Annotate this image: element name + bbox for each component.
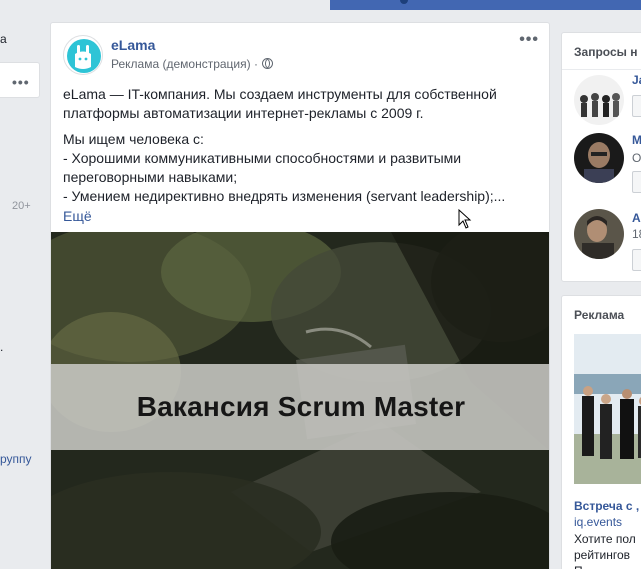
ads-card: Реклама Встреча с , iq.events Хотите пол… xyxy=(561,295,641,569)
left-sidebar: а ••• 20+ . руппу xyxy=(0,10,40,569)
avatar[interactable] xyxy=(574,133,624,183)
ad-description: Хотите пол рейтингов П xyxy=(574,531,641,569)
group-photo-icon xyxy=(574,75,624,125)
request-name[interactable]: M xyxy=(632,133,641,147)
graduation-photo-icon xyxy=(574,334,641,484)
sponsored-post: eLama Реклама (демонстрация) · ••• eLama… xyxy=(50,22,550,569)
ad-thumbnail[interactable] xyxy=(574,334,641,484)
post-line: Мы ищем человека с: xyxy=(63,131,204,147)
avatar[interactable] xyxy=(574,75,624,125)
top-navigation-bar xyxy=(330,0,641,10)
create-group-link[interactable]: руппу xyxy=(0,452,32,466)
sponsored-label: Реклама (демонстрация) · xyxy=(111,57,273,71)
left-text-fragment-2: . xyxy=(0,340,4,354)
post-header: eLama Реклама (демонстрация) · ••• xyxy=(51,23,549,83)
request-subtitle: O xyxy=(632,151,641,165)
post-paragraph-1: eLama — IT-компания. Мы создаем инструме… xyxy=(63,86,497,121)
request-name[interactable]: A xyxy=(632,211,641,225)
ad-image[interactable]: Вакансия Scrum Master xyxy=(51,232,549,569)
request-subtitle: 18 xyxy=(632,227,641,241)
friend-requests-card: Запросы н Ja M O A 18 xyxy=(561,32,641,282)
person-photo-icon xyxy=(574,209,624,259)
ad-desc-line: П xyxy=(574,564,583,569)
divider xyxy=(562,69,641,70)
ads-title: Реклама xyxy=(574,308,625,322)
ad-domain[interactable]: iq.events xyxy=(574,515,622,529)
friend-requests-title[interactable]: Запросы н xyxy=(574,45,637,59)
more-options-icon[interactable]: ••• xyxy=(12,74,30,90)
post-options-icon[interactable]: ••• xyxy=(519,31,539,49)
post-line: - Умением недирективно внедрять изменени… xyxy=(63,188,506,204)
confirm-button[interactable] xyxy=(632,171,641,193)
ad-title-link[interactable]: Встреча с , xyxy=(574,499,639,513)
request-name[interactable]: Ja xyxy=(632,73,641,87)
ad-desc-line: Хотите пол xyxy=(574,532,636,546)
left-text-fragment: а xyxy=(0,32,7,46)
mouse-cursor-icon xyxy=(458,209,472,229)
person-photo-icon xyxy=(574,133,624,183)
ad-banner-text: Вакансия Scrum Master xyxy=(136,391,466,422)
avatar[interactable] xyxy=(574,209,624,259)
sponsored-text: Реклама (демонстрация) · xyxy=(111,57,258,71)
confirm-button[interactable] xyxy=(632,95,641,117)
page-name-link[interactable]: eLama xyxy=(111,37,155,53)
left-count-badge: 20+ xyxy=(12,200,31,212)
post-line: - Хорошими коммуникативными способностям… xyxy=(63,150,462,185)
globe-icon xyxy=(261,58,273,69)
llama-logo-icon xyxy=(67,39,101,73)
post-body: eLama — IT-компания. Мы создаем инструме… xyxy=(63,85,539,226)
confirm-button[interactable] xyxy=(632,249,641,271)
ad-banner: Вакансия Scrum Master xyxy=(51,364,549,450)
page-avatar[interactable] xyxy=(63,35,103,75)
post-paragraph-2: Мы ищем человека с: - Хорошими коммуника… xyxy=(63,130,539,206)
ad-desc-line: рейтингов xyxy=(574,548,631,562)
